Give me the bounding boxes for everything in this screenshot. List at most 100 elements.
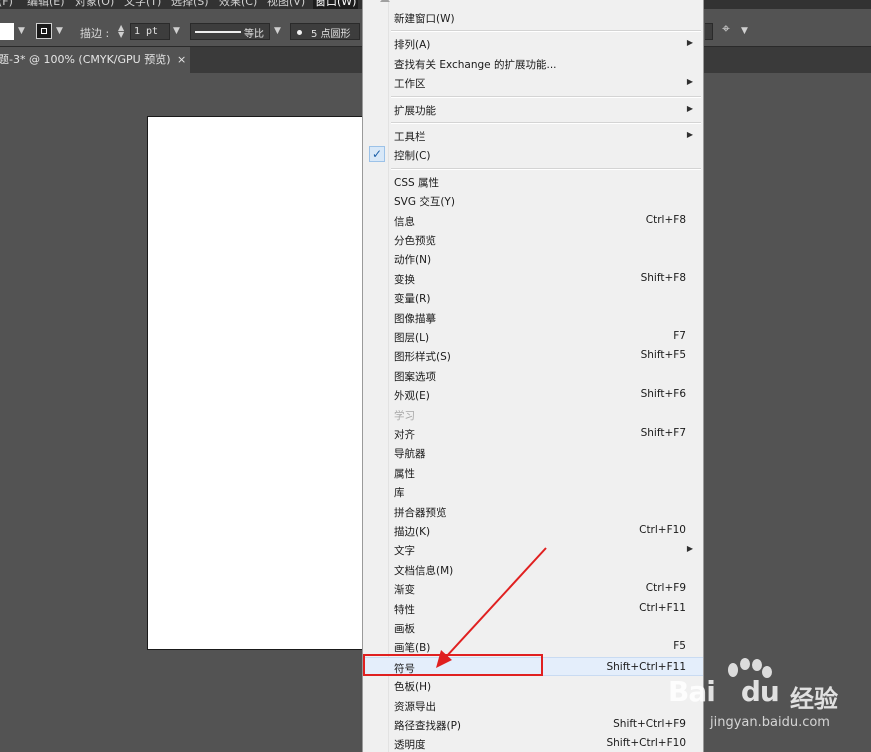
menu-item[interactable]: 图形样式(S) Shift+F5 xyxy=(363,346,703,365)
menu-item-label: 文字 xyxy=(394,545,415,558)
document-tab[interactable]: 题-3* @ 100% (CMYK/GPU 预览) × xyxy=(0,47,190,73)
menu-item[interactable]: 分色预览 xyxy=(363,230,703,249)
fill-swatch[interactable] xyxy=(0,23,14,40)
menu-item-label: 控制(C) xyxy=(394,150,431,163)
menu-item[interactable]: 信息 Ctrl+F8 xyxy=(363,211,703,230)
menu-item[interactable]: 路径查找器(P) Shift+Ctrl+F9 xyxy=(363,715,703,734)
menu-select[interactable]: 选择(S) xyxy=(171,0,209,9)
menu-item-label: 画板 xyxy=(394,623,415,635)
stroke-weight-input[interactable]: 1 pt xyxy=(130,23,170,40)
menu-item[interactable]: 变换 Shift+F8 xyxy=(363,269,703,288)
menu-item[interactable]: 文档信息(M) xyxy=(363,560,703,579)
menu-item-label: 新建窗口(W) xyxy=(394,13,455,25)
menu-item[interactable]: 工具栏 ▶ xyxy=(363,126,703,145)
menu-window[interactable]: 窗口(W) xyxy=(313,0,359,9)
menu-item-label: 渐变 xyxy=(394,584,415,597)
submenu-arrow-icon: ▶ xyxy=(686,544,693,554)
menu-item[interactable]: 特性 Ctrl+F11 xyxy=(363,599,703,618)
menu-edit[interactable]: 编辑(E) xyxy=(27,0,65,9)
menu-item-label: 图像描摹 xyxy=(394,312,436,325)
brush-definition[interactable]: 5 点圆形 xyxy=(290,23,360,40)
scroll-up-icon[interactable] xyxy=(380,0,390,2)
menu-item-label: 图层(L) xyxy=(394,332,430,344)
pin-icon[interactable]: ⌖ xyxy=(722,21,730,37)
artboard[interactable] xyxy=(147,116,377,650)
menu-item[interactable]: 画板 xyxy=(363,618,703,637)
menu-item[interactable]: 工作区 ▶ xyxy=(363,73,703,92)
menu-item[interactable]: 渐变 Ctrl+F9 xyxy=(363,579,703,598)
menu-item-shortcut: Shift+F6 xyxy=(640,388,686,401)
menu-item[interactable]: 变量(R) xyxy=(363,288,703,307)
chevron-down-icon[interactable]: ▼ xyxy=(173,26,180,36)
menu-item[interactable]: 导航器 xyxy=(363,443,703,462)
menu-item-label: 扩展功能 xyxy=(394,104,436,117)
menu-item[interactable]: 排列(A) ▶ xyxy=(363,34,703,53)
menu-item[interactable]: 文字 ▶ xyxy=(363,540,703,559)
stroke-spinner[interactable]: ▲ ▼ xyxy=(118,24,128,39)
menu-item[interactable]: 外观(E) Shift+F6 xyxy=(363,385,703,404)
menu-effect[interactable]: 效果(C) xyxy=(219,0,257,9)
menu-file[interactable]: (F) xyxy=(0,0,13,9)
menu-item-label: 图形样式(S) xyxy=(394,351,451,364)
menu-item-shortcut: Shift+F5 xyxy=(640,349,686,362)
stroke-label: 描边 : xyxy=(80,27,110,40)
menu-object[interactable]: 对象(O) xyxy=(75,0,114,9)
menu-item-shortcut: Ctrl+F10 xyxy=(639,524,686,536)
menu-separator xyxy=(391,95,701,98)
menu-item[interactable]: 资源导出 xyxy=(363,696,703,715)
menu-item-label: 图案选项 xyxy=(394,370,436,383)
menu-separator xyxy=(391,122,701,124)
menu-item[interactable]: 查找有关 Exchange 的扩展功能... xyxy=(363,54,703,73)
menu-item-label: 描边(K) xyxy=(394,526,431,538)
style-field[interactable] xyxy=(705,23,713,40)
menu-item-label: 文档信息(M) xyxy=(394,564,454,577)
menu-item-shortcut: Shift+F8 xyxy=(640,271,686,284)
submenu-arrow-icon: ▶ xyxy=(686,130,693,139)
menu-item[interactable]: 色板(H) xyxy=(363,676,703,695)
menu-item[interactable]: ✓ 控制(C) xyxy=(363,145,703,164)
menu-item[interactable]: 拼合器预览 xyxy=(363,502,703,521)
menu-item-label: 属性 xyxy=(394,467,415,480)
menu-item[interactable]: 扩展功能 ▶ xyxy=(363,100,703,119)
menu-item[interactable]: 属性 xyxy=(363,463,703,482)
menu-item-label: 排列(A) xyxy=(394,39,431,52)
menu-item-label: 变量(R) xyxy=(394,293,431,306)
menu-item-label: 工作区 xyxy=(394,78,426,91)
menu-view[interactable]: 视图(V) xyxy=(267,0,305,9)
menu-item[interactable]: 图层(L) F7 xyxy=(363,327,703,346)
menu-item[interactable]: CSS 属性 xyxy=(363,172,703,191)
menu-item[interactable]: 库 xyxy=(363,482,703,501)
menu-item[interactable]: 新建窗口(W) xyxy=(363,8,703,27)
menu-type[interactable]: 文字(T) xyxy=(124,0,161,9)
menu-item[interactable]: 透明度 Shift+Ctrl+F10 xyxy=(363,734,703,752)
chevron-down-icon[interactable]: ▼ xyxy=(741,26,748,36)
menu-item[interactable]: 对齐 Shift+F7 xyxy=(363,424,703,443)
menu-item-shortcut: F5 xyxy=(673,640,686,653)
submenu-arrow-icon: ▶ xyxy=(686,103,693,113)
menu-item-shortcut: Ctrl+F9 xyxy=(645,582,686,595)
stroke-swatch[interactable] xyxy=(36,23,52,39)
menu-item[interactable]: 图案选项 xyxy=(363,366,703,385)
menu-item[interactable]: 描边(K) Ctrl+F10 xyxy=(363,521,703,540)
menu-item-label: 导航器 xyxy=(394,448,426,461)
variable-width-profile[interactable]: 等比 xyxy=(190,23,270,40)
document-tab-title: 题-3* @ 100% (CMYK/GPU 预览) xyxy=(0,53,171,66)
submenu-arrow-icon: ▶ xyxy=(686,77,693,87)
chevron-down-icon[interactable]: ▼ xyxy=(18,26,25,36)
menu-item-label: 工具栏 xyxy=(394,131,426,143)
menu-item-label: 信息 xyxy=(394,215,415,228)
chevron-down-icon[interactable]: ▼ xyxy=(274,26,281,36)
menu-item[interactable]: 图像描摹 xyxy=(363,308,703,327)
brush-label: 5 点圆形 xyxy=(311,29,351,40)
menu-item-label: CSS 属性 xyxy=(394,176,439,189)
menu-item-label: 特性 xyxy=(394,603,415,616)
chevron-down-icon[interactable]: ▼ xyxy=(56,26,63,36)
menu-item-label: 外观(E) xyxy=(394,390,430,403)
menu-item[interactable]: SVG 交互(Y) xyxy=(363,191,703,210)
menu-item-label: 动作(N) xyxy=(394,254,432,267)
watermark-url: jingyan.baidu.com xyxy=(710,715,830,730)
baidu-watermark: Bai du 经验 jingyan.baidu.com xyxy=(668,655,871,752)
menu-item[interactable]: 动作(N) xyxy=(363,249,703,268)
menu-item-label: 查找有关 Exchange 的扩展功能... xyxy=(394,58,557,71)
close-icon[interactable]: × xyxy=(177,47,186,73)
